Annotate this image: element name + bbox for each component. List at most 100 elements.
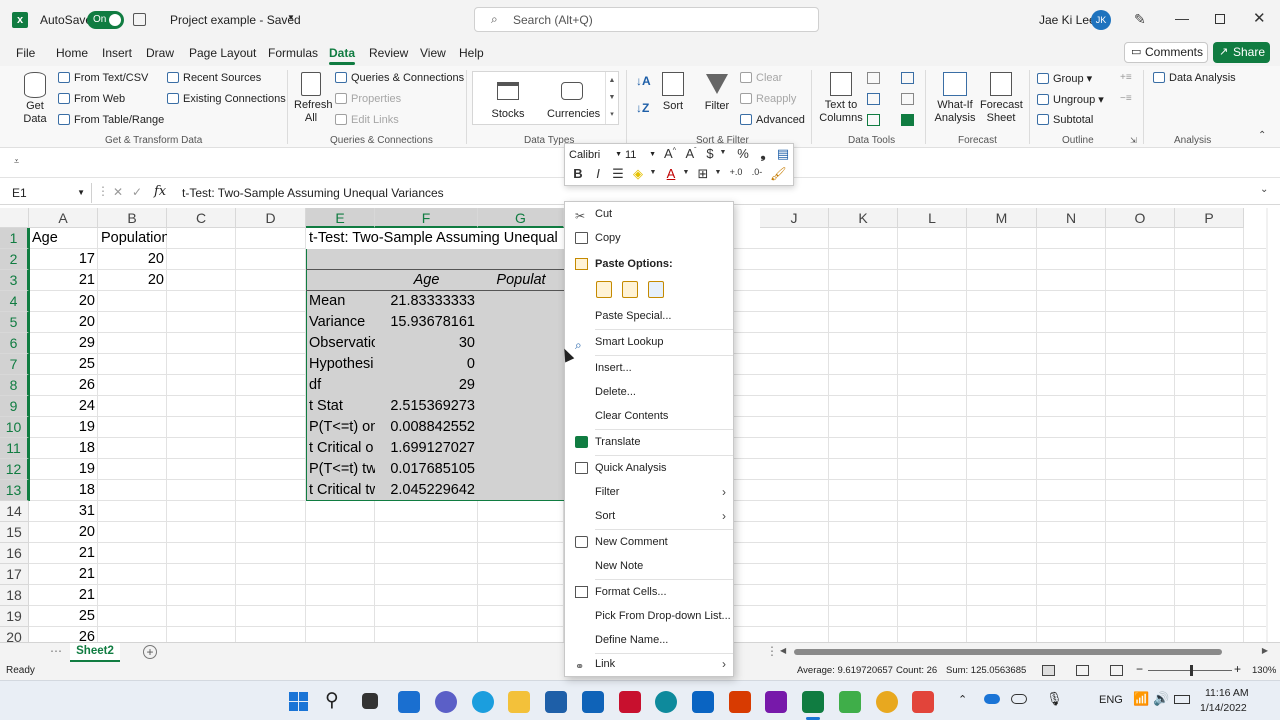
recorder-icon[interactable] (912, 691, 934, 713)
get-data-button[interactable]: Get Data (18, 72, 52, 126)
row-header-19[interactable]: 19 (0, 606, 29, 627)
cell-b3[interactable]: 20 (98, 270, 167, 291)
tab-home[interactable]: Home (56, 46, 88, 60)
cell-a18[interactable]: 21 (29, 585, 98, 606)
increase-decimal-icon[interactable]: +.0 (728, 167, 744, 177)
tab-data[interactable]: Data (329, 46, 356, 65)
mail-icon[interactable] (582, 691, 604, 713)
text-to-columns-button[interactable]: Text to Columns (818, 72, 864, 125)
cell-a4[interactable]: 20 (29, 291, 98, 312)
cell-a3[interactable]: 21 (29, 270, 98, 291)
data-types-gallery[interactable]: Stocks Currencies ▲ ▼ ▾ (472, 71, 619, 125)
status-average[interactable]: Average: 9.619720657 (797, 665, 893, 676)
column-header-j[interactable]: J (760, 208, 829, 228)
recent-sources-button[interactable]: Recent Sources (167, 72, 261, 84)
font-name-box[interactable]: Calibri ▼ (569, 147, 623, 163)
italic-icon[interactable]: I (590, 166, 606, 181)
zoom-in-icon[interactable]: + (1234, 662, 1241, 676)
cell-a2[interactable]: 17 (29, 249, 98, 270)
page-break-view-icon[interactable] (1110, 665, 1123, 676)
cell-a13[interactable]: 18 (29, 480, 98, 501)
cell-a19[interactable]: 25 (29, 606, 98, 627)
tab-insert[interactable]: Insert (102, 46, 132, 60)
column-header-m[interactable]: M (967, 208, 1037, 228)
row-header-10[interactable]: 10 (0, 417, 29, 438)
drag-handle-icon[interactable]: ⋮ (97, 184, 109, 198)
cell-e7[interactable]: Hypothesi (306, 354, 375, 375)
cell-f3[interactable]: Age (375, 270, 478, 291)
tab-view[interactable]: View (420, 46, 446, 60)
hide-detail-icon[interactable]: −≡ (1120, 93, 1132, 104)
office-icon[interactable] (729, 691, 751, 713)
row-header-4[interactable]: 4 (0, 291, 29, 312)
paste-formulas-icon[interactable] (622, 281, 638, 298)
menu-item-insert[interactable]: Insert... (565, 356, 733, 380)
cell-e1[interactable]: t-Test: Two-Sample Assuming Unequal (306, 228, 562, 249)
group-button[interactable]: Group ▾ (1037, 72, 1092, 85)
ungroup-button[interactable]: Ungroup ▾ (1037, 93, 1104, 106)
column-header-p[interactable]: P (1175, 208, 1244, 228)
what-if-analysis-button[interactable]: What-If Analysis (930, 72, 980, 125)
row-header-2[interactable]: 2 (0, 249, 29, 270)
wifi-icon[interactable]: 📶 (1133, 691, 1149, 707)
horizontal-scrollbar[interactable]: ◀ ▶ (780, 646, 1268, 658)
insert-function-icon[interactable]: fx (154, 184, 166, 199)
cell-f9[interactable]: 2.515369273 (375, 396, 478, 417)
language-indicator[interactable]: ENG (1099, 694, 1123, 706)
menu-item-sort[interactable]: Sort › (565, 504, 733, 528)
tab-help[interactable]: Help (459, 46, 484, 60)
collapse-ribbon-icon[interactable]: ⌃ (1258, 130, 1266, 141)
expand-formula-icon[interactable]: ⌄ (1260, 184, 1268, 195)
search-box[interactable]: ⌕ Search (Alt+Q) (474, 7, 819, 32)
cell-f8[interactable]: 29 (375, 375, 478, 396)
taskbar-search-icon[interactable]: ⚲ (325, 689, 339, 712)
cell-a1[interactable]: Age (29, 228, 98, 249)
menu-item-pick-dropdown[interactable]: Pick From Drop-down List... (565, 604, 733, 628)
cell-a5[interactable]: 20 (29, 312, 98, 333)
user-name[interactable]: Jae Ki Lee (1039, 13, 1096, 27)
flash-fill-icon[interactable] (867, 72, 880, 84)
menu-item-link[interactable]: ⚭ Link › (565, 652, 733, 676)
cell-e5[interactable]: Variance (306, 312, 375, 333)
column-header-k[interactable]: K (829, 208, 898, 228)
chevron-down-icon[interactable]: ▼ (710, 169, 726, 176)
chevron-down-icon[interactable]: ▼ (678, 169, 694, 176)
show-detail-icon[interactable]: +≡ (1120, 72, 1132, 83)
row-header-7[interactable]: 7 (0, 354, 29, 375)
paste-icon[interactable] (596, 281, 612, 298)
cell-e12[interactable]: P(T<=t) tw (306, 459, 375, 480)
zoom-app-icon[interactable] (655, 691, 677, 713)
outlook-icon[interactable] (692, 691, 714, 713)
tab-split-handle-icon[interactable]: ⋮ (766, 644, 778, 658)
close-icon[interactable]: ✕ (1253, 9, 1266, 27)
advanced-button[interactable]: Advanced (740, 114, 805, 126)
cell-a8[interactable]: 26 (29, 375, 98, 396)
cell-e11[interactable]: t Critical o (306, 438, 375, 459)
clear-button[interactable]: Clear (740, 72, 782, 84)
status-count[interactable]: Count: 26 (896, 665, 937, 676)
menu-item-new-comment[interactable]: New Comment (565, 530, 733, 554)
page-layout-view-icon[interactable] (1076, 665, 1089, 676)
column-header-g[interactable]: G (478, 208, 564, 228)
existing-connections-button[interactable]: Existing Connections (167, 93, 286, 105)
cell-a15[interactable]: 20 (29, 522, 98, 543)
column-header-f[interactable]: F (375, 208, 478, 228)
camtasia-icon[interactable] (839, 691, 861, 713)
currencies-button[interactable]: Currencies (547, 82, 600, 120)
cell-e10[interactable]: P(T<=t) on (306, 417, 375, 438)
paste-values-icon[interactable] (648, 281, 664, 298)
scroll-right-icon[interactable]: ▶ (1262, 646, 1268, 655)
scroll-left-icon[interactable]: ◀ (780, 646, 786, 655)
clock-date[interactable]: 1/14/2022 (1200, 702, 1247, 714)
cell-e13[interactable]: t Critical tw (306, 480, 375, 501)
data-analysis-button[interactable]: Data Analysis (1153, 72, 1236, 84)
enter-icon[interactable]: ✓ (132, 185, 142, 199)
gallery-scroll[interactable]: ▲ ▼ ▾ (605, 72, 618, 124)
minimize-icon[interactable]: — (1175, 10, 1189, 26)
from-table-range-button[interactable]: From Table/Range (58, 114, 164, 126)
column-header-n[interactable]: N (1037, 208, 1106, 228)
widgets-icon[interactable] (398, 691, 420, 713)
clock-time[interactable]: 11:16 AM (1205, 687, 1249, 699)
zoom-slider[interactable] (1148, 665, 1232, 676)
column-header-b[interactable]: B (98, 208, 167, 228)
